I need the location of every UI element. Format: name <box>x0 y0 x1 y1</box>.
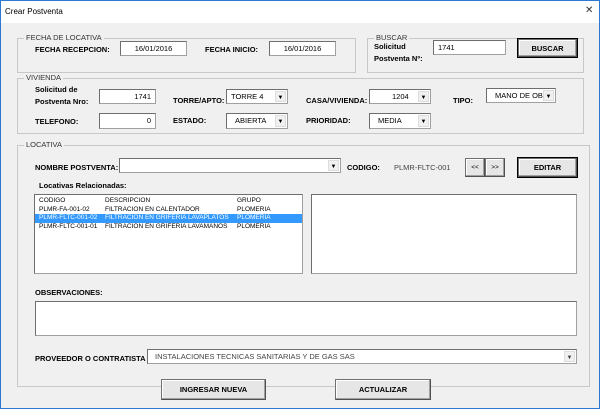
cell-grupo: PLOMERIA <box>237 205 271 213</box>
locativas-relacionadas-label: Locativas Relacionadas: <box>39 181 127 190</box>
proveedor-value: INSTALACIONES TECNICAS SANITARIAS Y DE G… <box>155 352 355 361</box>
locativa-legend: LOCATIVA <box>24 140 64 149</box>
proveedor-select[interactable]: INSTALACIONES TECNICAS SANITARIAS Y DE G… <box>147 349 577 364</box>
casa-select[interactable]: 1204 ▼ <box>369 89 431 104</box>
chevron-down-icon[interactable]: ▼ <box>418 115 429 127</box>
tipo-label: TIPO: <box>453 96 473 105</box>
fecha-legend: FECHA DE LOCATIVA <box>24 33 104 42</box>
estado-select[interactable]: ABIERTA ▼ <box>226 113 288 129</box>
casa-label: CASA/VIVIENDA: <box>306 96 368 105</box>
header-grupo: GRUPO <box>237 197 261 204</box>
cell-descripcion: FILTRACION EN CALENTADOR <box>105 205 200 213</box>
cell-grupo: PLOMERIA <box>237 222 271 230</box>
list-item[interactable]: PLMR-FA-001-02 FILTRACION EN CALENTADOR … <box>35 206 302 215</box>
chevron-down-icon[interactable]: ▼ <box>418 91 429 102</box>
buscar-solicitud-input[interactable]: 1741 <box>433 40 506 55</box>
prioridad-label: PRIORIDAD: <box>306 116 351 125</box>
torre-label: TORRE/APTO: <box>173 96 225 105</box>
telefono-label: TELEFONO: <box>35 117 79 126</box>
list-item[interactable]: PLMR-FLTC-001-01 FILTRACION EN GRIFERIA … <box>35 223 302 232</box>
prioridad-select[interactable]: MEDIA ▼ <box>369 113 431 129</box>
proveedor-label: PROVEEDOR O CONTRATISTA <box>35 354 146 363</box>
vivienda-legend: VIVIENDA <box>24 73 64 82</box>
buscar-label-1: Solicitud <box>374 42 406 51</box>
cell-grupo: PLOMERIA <box>237 214 271 221</box>
torre-select[interactable]: TORRE 4 ▼ <box>226 89 288 104</box>
nombre-postventa-label: NOMBRE POSTVENTA: <box>35 163 119 172</box>
header-descripcion: DESCRIPCION <box>105 197 151 204</box>
chevron-down-icon[interactable]: ▼ <box>275 91 286 102</box>
fecha-recepcion-input[interactable]: 16/01/2016 <box>120 41 187 56</box>
estado-label: ESTADO: <box>173 116 207 125</box>
chevron-down-icon[interactable]: ▼ <box>564 351 575 362</box>
chevron-down-icon[interactable]: ▼ <box>543 90 554 101</box>
actualizar-button[interactable]: ACTUALIZAR <box>335 379 431 400</box>
cell-descripcion: FILTRACION EN GRIFERIA LAVAMANOS <box>105 222 228 230</box>
codigo-label: CODIGO: <box>347 163 380 172</box>
window-title: Crear Postventa <box>5 7 63 16</box>
cell-codigo: PLMR-FLTC-001-02 <box>39 214 98 221</box>
fecha-inicio-input[interactable]: 16/01/2016 <box>269 41 336 56</box>
buscar-legend: BUSCAR <box>374 33 410 42</box>
title-bar: Crear Postventa ✕ <box>1 1 599 23</box>
list-header: CODIGO DESCRIPCION GRUPO <box>35 197 302 206</box>
locativas-listbox[interactable]: CODIGO DESCRIPCION GRUPO PLMR-FA-001-02 … <box>34 194 303 274</box>
solicitud-label-2: Postventa Nro: <box>35 97 89 106</box>
solicitud-input[interactable]: 1741 <box>99 89 156 104</box>
estado-value: ABIERTA <box>235 116 267 125</box>
observaciones-label: OBSERVACIONES: <box>35 288 103 297</box>
cell-codigo: PLMR-FLTC-001-01 <box>39 222 98 230</box>
header-codigo: CODIGO <box>39 197 66 204</box>
cell-descripcion: FILTRACION EN GRIFERIA LAVAPLATOS <box>105 214 229 221</box>
chevron-down-icon[interactable]: ▼ <box>275 115 286 127</box>
close-icon[interactable]: ✕ <box>585 5 593 16</box>
editar-button[interactable]: EDITAR <box>517 157 578 178</box>
list-item-selected[interactable]: PLMR-FLTC-001-02 FILTRACION EN GRIFERIA … <box>35 214 302 223</box>
codigo-value: PLMR-FLTC-001 <box>394 163 451 172</box>
cell-codigo: PLMR-FA-001-02 <box>39 205 90 213</box>
solicitud-label-1: Solicitud de <box>35 85 78 94</box>
detail-box[interactable] <box>311 194 577 274</box>
prioridad-value: MEDIA <box>378 116 402 125</box>
nombre-postventa-select[interactable]: ▼ <box>119 158 341 173</box>
ingresar-nueva-button[interactable]: INGRESAR NUEVA <box>161 379 266 400</box>
buscar-button[interactable]: BUSCAR <box>517 38 578 58</box>
fecha-recepcion-label: FECHA RECEPCION: <box>35 45 110 54</box>
chevron-down-icon[interactable]: ▼ <box>328 160 339 171</box>
next-button[interactable]: >> <box>485 158 505 177</box>
tipo-select[interactable]: MANO DE OBR. ▼ <box>486 88 556 103</box>
buscar-label-2: Postventa Nº: <box>374 54 423 63</box>
casa-value: 1204 <box>392 92 409 101</box>
torre-value: TORRE 4 <box>231 92 264 101</box>
prev-button[interactable]: << <box>465 158 485 177</box>
fecha-inicio-label: FECHA INICIO: <box>205 45 259 54</box>
telefono-input[interactable]: 0 <box>99 113 156 129</box>
observaciones-textarea[interactable] <box>35 301 577 336</box>
